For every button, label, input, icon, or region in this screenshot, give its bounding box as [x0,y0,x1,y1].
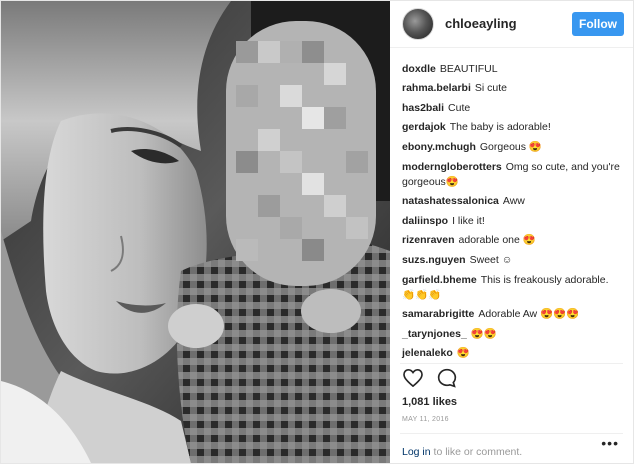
login-prompt: Log in to like or comment. [400,433,623,463]
comment-username[interactable]: moderngloberotters [402,161,502,173]
pixelated-face [226,21,376,286]
post-sidebar: chloeayling Follow doxdle BEAUTIFUL rahma.… [390,1,633,463]
comment-username[interactable]: daliinspo [402,215,448,227]
post-username[interactable]: chloeayling [445,16,572,31]
comment-text: adorable one 😍 [458,234,536,247]
comment-text: 😍 [456,347,470,360]
comment-item: samarabrigitte Adorable Aw 😍😍😍 [402,307,623,322]
comment-username[interactable]: natashatessalonica [402,195,499,207]
post-photo[interactable] [1,1,390,463]
photo-image [1,1,390,463]
comment-username[interactable]: gerdajok [402,121,446,133]
comment-item: garfield.bheme This is freakously adorabl… [402,273,623,303]
comment-text: 😍😍 [470,327,497,340]
comment-item: jelenaleko 😍 [402,346,623,361]
comment-text: Aww [502,195,525,208]
comment-text: BEAUTIFUL [439,62,498,75]
comment-item: rizenraven adorable one 😍 [402,233,623,248]
comment-item: daliinspo I like it! [402,214,623,229]
comment-item: suzs.nguyen Sweet ☺ [402,253,623,268]
comment-username[interactable]: jelenaleko [402,347,453,359]
comment-username[interactable]: rizenraven [402,234,455,246]
comment-bubble-icon[interactable] [436,367,458,389]
action-bar [400,363,623,392]
comment-text: Sweet ☺ [469,253,513,266]
comment-item: gerdajok The baby is adorable! [402,120,623,135]
comment-text: The baby is adorable! [449,121,551,134]
instagram-post: chloeayling Follow doxdle BEAUTIFUL rahma.… [0,0,634,464]
comment-item: natashatessalonica Aww [402,194,623,209]
comment-text: I like it! [452,214,485,227]
comment-username[interactable]: rahma.belarbi [402,82,471,94]
login-link[interactable]: Log in [402,446,431,458]
comment-list: doxdle BEAUTIFUL rahma.belarbi Si cute has2b… [390,48,633,364]
comment-item: _tarynjones_ 😍😍 [402,327,623,342]
comment-username[interactable]: suzs.nguyen [402,254,466,266]
comment-username[interactable]: ebony.mchugh [402,141,476,153]
comment-item: rahma.belarbi Si cute [402,81,623,96]
follow-button[interactable]: Follow [572,11,624,36]
comment-text: Adorable Aw 😍😍😍 [478,308,580,321]
comment-username[interactable]: garfield.bheme [402,274,477,286]
comment-username[interactable]: _tarynjones_ [402,328,467,340]
comment-item: moderngloberotters Omg so cute, and you'r… [402,160,623,190]
comment-text: Gorgeous 😍 [479,140,542,153]
comment-text: Si cute [474,82,507,95]
post-header: chloeayling Follow [390,1,633,48]
comment-item: has2bali Cute [402,101,623,116]
comment-username[interactable]: has2bali [402,102,444,114]
comment-username[interactable]: samarabrigitte [402,308,474,320]
likes-count[interactable]: 1,081 likes [390,392,633,408]
more-options-icon[interactable]: ••• [601,435,619,451]
heart-icon[interactable] [402,367,424,389]
comment-text: Cute [448,101,471,114]
comment-item: doxdle BEAUTIFUL [402,62,623,77]
comment-item: ebony.mchugh Gorgeous 😍 [402,140,623,155]
avatar[interactable] [402,7,434,40]
post-date: MAY 11, 2016 [402,416,449,424]
login-prompt-text: to like or comment. [430,446,523,459]
comment-username[interactable]: doxdle [402,63,436,75]
